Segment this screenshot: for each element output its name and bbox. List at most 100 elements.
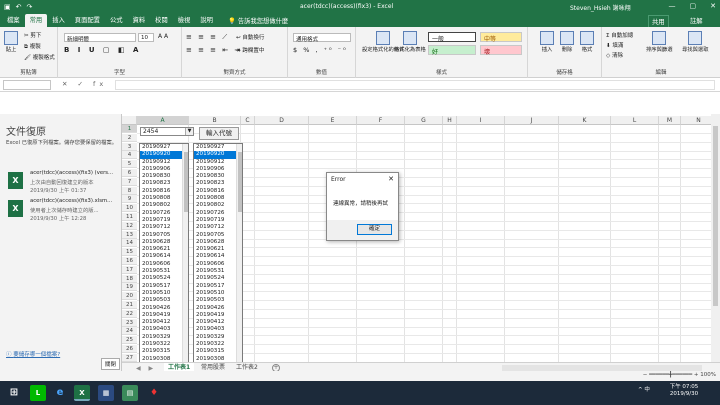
list-item[interactable]: 20190510 (140, 290, 188, 297)
listbox-scrollbar[interactable] (182, 144, 188, 370)
format-as-table-button[interactable]: 格式化為表格 (394, 31, 426, 53)
row-header[interactable]: 17 (122, 265, 137, 274)
list-item[interactable]: 20190920 (140, 151, 188, 159)
dialog-close-button[interactable]: ✕ (388, 175, 394, 183)
list-item[interactable]: 20190315 (140, 348, 188, 355)
column-header[interactable]: E (309, 116, 357, 125)
merge-center-button[interactable]: ⇔ 跨欄置中 (236, 46, 264, 54)
list-item[interactable]: 20190329 (140, 334, 188, 341)
wrap-text-button[interactable]: ↩ 自動換行 (236, 33, 264, 41)
tab-review[interactable]: 校閱 (150, 14, 173, 27)
column-header[interactable]: A (137, 116, 189, 125)
tab-help[interactable]: 說明 (195, 14, 218, 27)
list-item[interactable]: 20190719 (140, 217, 188, 224)
list-item[interactable]: 20190823 (194, 180, 242, 187)
list-item[interactable]: 20190927 (194, 144, 242, 151)
formula-input[interactable] (115, 80, 715, 90)
list-item[interactable]: 20190808 (140, 195, 188, 202)
tab-insert[interactable]: 插入 (47, 14, 70, 27)
recovery-item[interactable]: X acer(tdcc)(access)(fix3) (vers... 上次由自… (6, 170, 120, 198)
number-format-buttons[interactable]: $ % , ⁺⁰ ⁻⁰ (293, 46, 348, 54)
list-item[interactable]: 20190606 (194, 261, 242, 268)
list-item[interactable]: 20190531 (140, 268, 188, 275)
list-item[interactable]: 20190726 (194, 210, 242, 217)
vertical-scrollbar[interactable] (711, 114, 720, 364)
row-header[interactable]: 23 (122, 318, 137, 327)
list-item[interactable]: 20190830 (140, 173, 188, 180)
row-header[interactable]: 25 (122, 336, 137, 345)
row-header[interactable]: 11 (122, 213, 137, 221)
paste-button[interactable]: 貼上 (4, 31, 18, 53)
list-item[interactable]: 20190403 (140, 326, 188, 333)
list-item[interactable]: 20190412 (140, 319, 188, 326)
horizontal-align-buttons[interactable]: ≡ ≡ ≡ ⇤ ⇥ (186, 46, 242, 54)
list-item[interactable]: 20190912 (140, 159, 188, 166)
column-header[interactable]: M (659, 116, 681, 125)
column-header[interactable]: C (241, 116, 255, 125)
list-item[interactable]: 20190531 (194, 268, 242, 275)
delete-cells-button[interactable]: 刪除 (560, 31, 574, 53)
column-header[interactable]: J (505, 116, 559, 125)
row-header[interactable]: 20 (122, 292, 137, 301)
line-app-icon[interactable]: L (30, 385, 46, 401)
list-item[interactable]: 20190503 (194, 297, 242, 304)
list-item[interactable]: 20190927 (140, 144, 188, 151)
list-item[interactable]: 20190503 (140, 297, 188, 304)
row-header[interactable]: 5 (122, 160, 137, 169)
clock[interactable]: 下午 07:05 2019/9/30 (664, 384, 704, 398)
listbox-scroll-thumb[interactable] (238, 152, 242, 212)
list-item[interactable]: 20190705 (140, 232, 188, 239)
column-header[interactable]: H (443, 116, 457, 125)
worksheet-grid[interactable]: ABCDEFGHIJKLMNO1234567891011121314151617… (122, 114, 720, 370)
row-header[interactable]: 22 (122, 309, 137, 318)
format-cells-button[interactable]: 格式 (580, 31, 594, 53)
maximize-button[interactable]: ▢ (690, 2, 697, 10)
list-item[interactable]: 20190426 (140, 305, 188, 312)
list-item[interactable]: 20190510 (194, 290, 242, 297)
autosum-button[interactable]: Σ 自動加總 (606, 31, 633, 39)
tab-view[interactable]: 檢視 (173, 14, 196, 27)
list-item[interactable]: 20190712 (194, 224, 242, 231)
row-header[interactable]: 4 (122, 151, 137, 160)
list-item[interactable]: 20190628 (194, 239, 242, 246)
list-item[interactable]: 20190322 (194, 341, 242, 348)
tab-formulas[interactable]: 公式 (105, 14, 128, 27)
row-header[interactable]: 26 (122, 345, 137, 353)
user-name[interactable]: Steven_Hsieh 謝咏翔 (570, 3, 631, 12)
tab-home[interactable]: 常用 (24, 14, 48, 27)
row-header[interactable]: 14 (122, 239, 137, 248)
recovery-item[interactable]: X acer(tdcc)(access)(fix3).xlsm... 使用者上次… (6, 198, 120, 226)
row-header[interactable]: 24 (122, 327, 137, 336)
list-item[interactable]: 20190712 (140, 224, 188, 231)
which-file-link[interactable]: ⓘ 要儲存哪一個檔案? (6, 350, 60, 358)
list-item[interactable]: 20190816 (140, 188, 188, 195)
row-header[interactable]: 19 (122, 283, 137, 292)
minimize-button[interactable]: — (669, 2, 676, 10)
list-item[interactable]: 20190614 (140, 253, 188, 260)
formula-buttons[interactable]: ✕ ✓ fx (62, 80, 107, 88)
fill-button[interactable]: ⬇ 填滿 (606, 41, 623, 49)
column-header[interactable]: B (189, 116, 241, 125)
row-header[interactable]: 16 (122, 257, 137, 265)
list-item[interactable]: 20190920 (194, 151, 242, 159)
row-header[interactable]: 21 (122, 301, 137, 309)
dropdown-arrow-icon[interactable]: ▼ (185, 128, 193, 135)
date-listbox-b[interactable]: 20190927 20190920 20190912 20190906 20190830… (193, 143, 243, 370)
list-item[interactable]: 20190719 (194, 217, 242, 224)
list-item[interactable]: 20190830 (194, 173, 242, 180)
column-header[interactable]: F (357, 116, 405, 125)
column-header[interactable]: I (457, 116, 505, 125)
list-item[interactable]: 20190606 (140, 261, 188, 268)
row-header[interactable]: 12 (122, 221, 137, 230)
column-header[interactable]: D (255, 116, 309, 125)
tab-data[interactable]: 資料 (128, 14, 151, 27)
dialog-ok-button[interactable]: 確定 (357, 224, 392, 235)
app-icon-2[interactable]: ▤ (122, 385, 138, 401)
listbox-scroll-thumb[interactable] (184, 152, 188, 212)
list-item[interactable]: 20190426 (194, 305, 242, 312)
style-neutral[interactable]: 中等 (480, 32, 522, 43)
insert-cells-button[interactable]: 插入 (540, 31, 554, 53)
style-normal[interactable]: 一般 (428, 32, 476, 43)
list-item[interactable]: 20190419 (140, 312, 188, 319)
row-header[interactable]: 1 (122, 125, 137, 133)
